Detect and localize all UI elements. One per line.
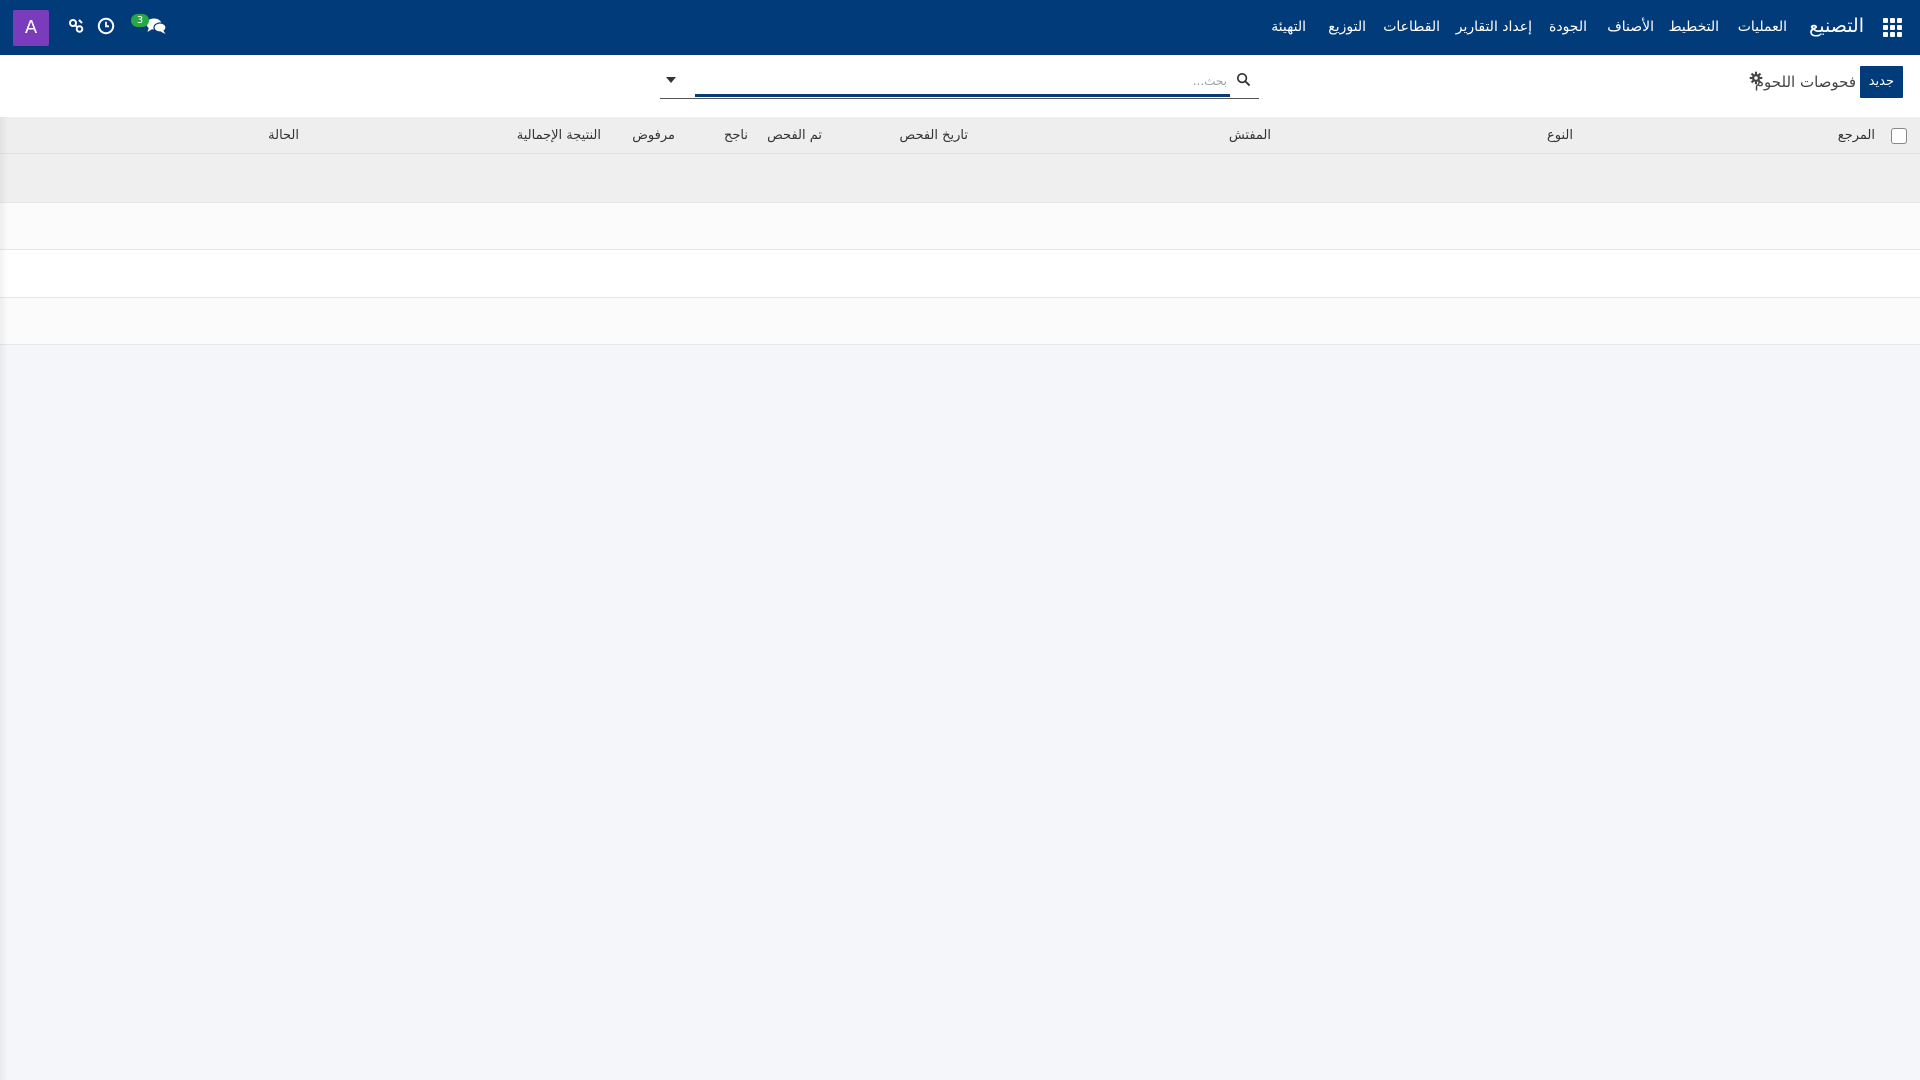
new-button[interactable]: جديد [1859, 66, 1903, 98]
search-progress-bar [695, 94, 1230, 97]
menu-item-operations[interactable]: العمليات [1738, 19, 1787, 35]
menu-item-quality[interactable]: الجودة [1549, 19, 1587, 35]
column-header-passed[interactable]: ناجح [724, 128, 748, 143]
menu-item-distribution[interactable]: التوزيع [1328, 19, 1366, 35]
apps-grid-icon[interactable] [1883, 18, 1903, 38]
column-header-type[interactable]: النوع [1547, 128, 1573, 143]
column-header-inspection-date[interactable]: تاريخ الفحص [900, 128, 968, 143]
column-header-overall-result[interactable]: النتيجة الإجمالية [517, 128, 601, 143]
user-avatar[interactable]: A [13, 10, 49, 46]
menu-item-planning[interactable]: التخطيط [1669, 19, 1719, 35]
tools-icon[interactable] [68, 18, 84, 34]
search-bar [660, 64, 1259, 99]
table-row [0, 154, 1920, 203]
select-all-checkbox[interactable] [1891, 128, 1907, 144]
column-header-inspected[interactable]: تم الفحص [767, 128, 822, 143]
menu-item-sectors[interactable]: القطاعات [1383, 19, 1440, 35]
search-input[interactable] [725, 70, 1229, 92]
menu-item-configuration[interactable]: التهيئة [1271, 19, 1306, 35]
chat-badge: 3 [131, 14, 149, 27]
column-header-inspector[interactable]: المفتش [1229, 128, 1271, 143]
column-header-rejected[interactable]: مرفوض [632, 128, 675, 143]
clock-icon[interactable] [97, 17, 115, 35]
table-row [0, 250, 1920, 298]
control-panel: جديد فحوصات اللحوم [0, 55, 1920, 118]
menu-item-products[interactable]: الأصناف [1607, 19, 1654, 35]
breadcrumb: فحوصات اللحوم [1754, 73, 1856, 91]
left-edge-shadow [0, 117, 8, 1080]
gear-icon[interactable] [1749, 71, 1763, 85]
column-header-reference[interactable]: المرجع [1838, 128, 1875, 143]
table-row [0, 203, 1920, 250]
menu-item-reporting[interactable]: إعداد التقارير [1456, 19, 1532, 35]
table-header: المرجع النوع المفتش تاريخ الفحص تم الفحص… [0, 117, 1920, 154]
table-row [0, 298, 1920, 345]
search-icon[interactable] [1236, 72, 1251, 87]
app-title[interactable]: التصنيع [1809, 15, 1864, 37]
caret-down-icon[interactable] [666, 77, 676, 83]
column-header-status[interactable]: الحالة [268, 128, 299, 143]
main-navbar: التصنيع العمليات التخطيط الأصناف الجودة … [0, 0, 1920, 55]
